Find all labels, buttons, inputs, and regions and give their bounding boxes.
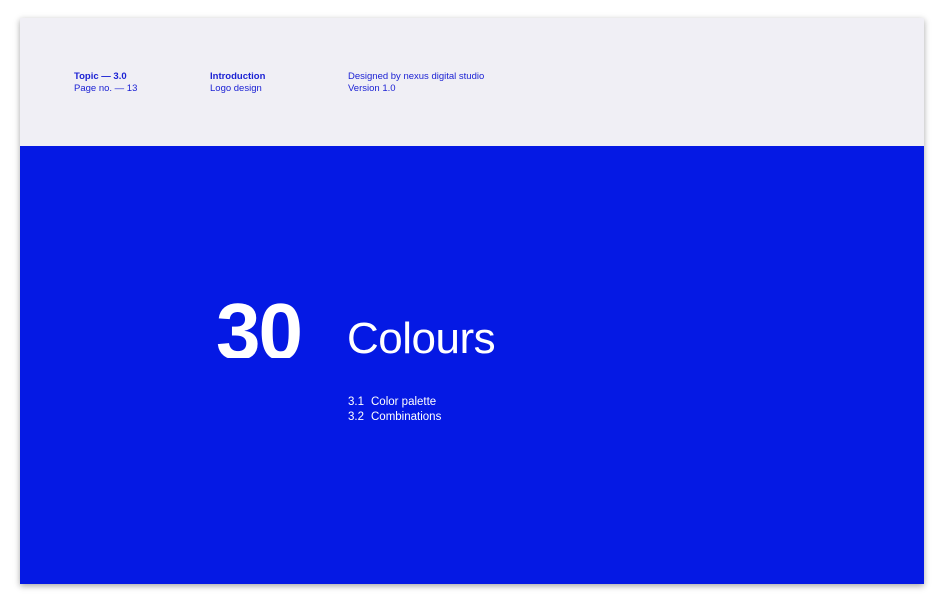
topic-label: Topic — 3.0 bbox=[74, 71, 127, 82]
toc-item-number: 3.2 bbox=[348, 411, 364, 423]
section-sub-label: Logo design bbox=[210, 83, 262, 94]
toc-item-number: 3.1 bbox=[348, 396, 364, 408]
section-label: Introduction bbox=[210, 71, 266, 82]
version-label: Version 1.0 bbox=[348, 83, 396, 94]
page-number-label: Page no. — 13 bbox=[74, 83, 138, 94]
chapter-cover: 30 Colours 3.1 Color palette 3.2 Combinati… bbox=[20, 146, 924, 584]
topic-meta: Topic — 3.0 Page no. — 13 bbox=[74, 71, 137, 95]
page-header: Topic — 3.0 Page no. — 13 Introduction L… bbox=[20, 18, 924, 146]
table-of-contents: 3.1 Color palette 3.2 Combinations bbox=[348, 395, 441, 425]
toc-item-label: Combinations bbox=[371, 411, 442, 423]
toc-item[interactable]: 3.2 Combinations bbox=[348, 410, 441, 425]
document-page: Topic — 3.0 Page no. — 13 Introduction L… bbox=[20, 18, 924, 584]
toc-item-label: Color palette bbox=[371, 396, 437, 408]
chapter-title: Colours bbox=[347, 314, 496, 363]
credit-label: Designed by nexus digital studio bbox=[348, 71, 485, 82]
credit-meta: Designed by nexus digital studio Version… bbox=[348, 71, 484, 95]
chapter-number-crop: 30 bbox=[216, 292, 336, 358]
toc-item[interactable]: 3.1 Color palette bbox=[348, 395, 441, 410]
chapter-number: 30 bbox=[216, 292, 303, 358]
section-meta: Introduction Logo design bbox=[210, 71, 265, 95]
